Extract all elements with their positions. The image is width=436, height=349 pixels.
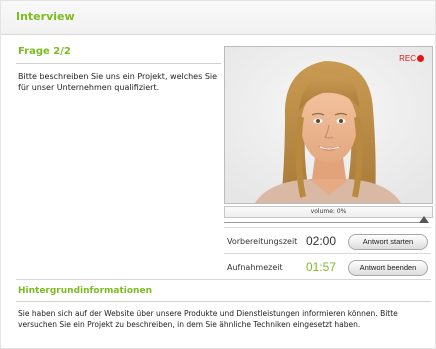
divider bbox=[224, 253, 431, 254]
interview-panel: Interview Frage 2/2 Bitte beschreiben Si… bbox=[0, 0, 436, 349]
start-answer-button[interactable]: Antwort starten bbox=[348, 234, 428, 250]
volume-slider-handle-icon[interactable] bbox=[419, 216, 429, 223]
question-counter: Frage 2/2 bbox=[18, 46, 71, 57]
question-text: Bitte beschreiben Sie uns ein Projekt, w… bbox=[18, 72, 218, 92]
background-info-text: Sie haben sich auf der Website über unse… bbox=[18, 309, 398, 329]
preparation-time-label: Vorbereitungszeit bbox=[227, 237, 298, 246]
volume-slider-track[interactable] bbox=[224, 222, 422, 223]
rec-dot-icon bbox=[417, 55, 424, 62]
divider bbox=[16, 279, 431, 280]
question-divider bbox=[16, 63, 221, 64]
rec-label: REC bbox=[399, 54, 416, 63]
divider bbox=[224, 227, 431, 228]
background-info-title: Hintergrundinformationen bbox=[18, 286, 152, 296]
preparation-time-value: 02:00 bbox=[306, 234, 337, 248]
video-preview: REC bbox=[224, 46, 433, 204]
recording-indicator: REC bbox=[399, 54, 424, 63]
panel-header: Interview bbox=[1, 1, 435, 35]
volume-meter: volume: 0% bbox=[224, 206, 433, 218]
recording-time-value: 01:57 bbox=[306, 260, 337, 274]
volume-label: volume: 0% bbox=[310, 208, 347, 215]
recording-time-label: Aufnahmezeit bbox=[227, 263, 283, 272]
panel-title: Interview bbox=[16, 10, 75, 23]
background-info-divider bbox=[16, 301, 431, 302]
webcam-portrait bbox=[225, 47, 432, 203]
end-answer-button[interactable]: Antwort beenden bbox=[348, 260, 428, 276]
